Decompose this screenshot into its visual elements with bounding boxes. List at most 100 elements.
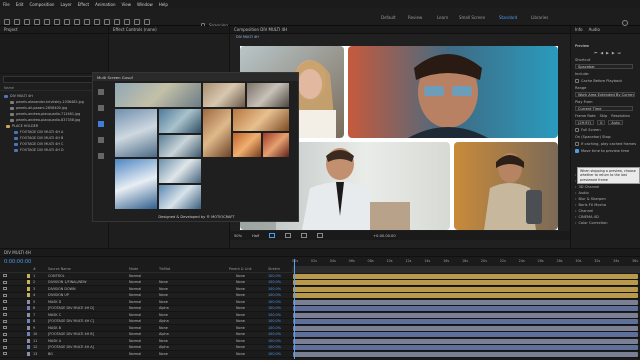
clone-stamp-tool-icon[interactable] (114, 19, 120, 25)
layer-mode-dropdown[interactable]: Normal (129, 274, 141, 278)
range-dropdown[interactable]: Work Area Extended By Current... (575, 92, 635, 97)
layer-source-name[interactable]: [FOOTAGE DIV MULTI 4H B] (48, 332, 94, 336)
cache-checkbox[interactable] (575, 78, 579, 83)
preview-title[interactable]: Preview (571, 42, 640, 49)
layer-stretch-value[interactable]: 100.0% (268, 345, 281, 349)
col-mode[interactable]: Mode (129, 267, 138, 271)
if-caching-checkbox[interactable] (575, 141, 579, 146)
menu-item-composition[interactable]: Composition (29, 2, 54, 7)
visibility-eye-icon[interactable] (3, 280, 7, 284)
layout-six-icon[interactable] (98, 153, 104, 159)
layer-mode-dropdown[interactable]: Normal (129, 345, 141, 349)
workspace-default[interactable]: Default (381, 8, 396, 26)
brush-tool-icon[interactable] (104, 19, 110, 25)
visibility-eye-icon[interactable] (3, 319, 7, 323)
last-frame-icon[interactable]: ⏭ (618, 51, 621, 55)
snapshot-icon[interactable] (317, 233, 324, 238)
layer-label-color[interactable] (27, 299, 30, 304)
layer-label-color[interactable] (27, 325, 30, 330)
layer-stretch-value[interactable]: 100.0% (268, 274, 281, 278)
layer-mode-dropdown[interactable]: Normal (129, 293, 141, 297)
layer-label-color[interactable] (27, 332, 30, 337)
workspace-review[interactable]: Review (408, 8, 422, 26)
resolution-dropdown-preview[interactable]: Auto (608, 120, 623, 125)
layer-source-name[interactable]: BG (48, 352, 53, 356)
layer-stretch-value[interactable]: 100.0% (268, 352, 281, 356)
preset-thumb-8[interactable] (233, 109, 289, 131)
workspace-learn[interactable]: Learn (437, 8, 448, 26)
layer-trkmat-dropdown[interactable]: None (159, 352, 168, 356)
layer-trkmat-dropdown[interactable]: None (159, 280, 168, 284)
next-frame-icon[interactable]: ▶ (612, 51, 615, 55)
layer-duration-bar[interactable] (293, 280, 638, 286)
layer-parent-dropdown[interactable]: None (236, 332, 245, 336)
layer-source-name[interactable]: MASK C (48, 313, 61, 317)
col-source-name[interactable]: Source Name (48, 267, 71, 271)
menu-item-help[interactable]: Help (159, 2, 168, 7)
pen-tool-icon[interactable] (84, 19, 90, 25)
effect-controls-tab[interactable]: Effect Controls (none) (109, 26, 229, 34)
layer-stretch-value[interactable]: 100.0% (268, 280, 281, 284)
layer-trkmat-dropdown[interactable]: Alpha (159, 345, 169, 349)
rotate-tool-icon[interactable] (44, 19, 50, 25)
layer-source-name[interactable]: [FOOTAGE DIV MULTI 4H A] (48, 345, 94, 349)
layer-stretch-value[interactable]: 100.0% (268, 306, 281, 310)
layer-parent-dropdown[interactable]: None (236, 345, 245, 349)
timeline-layer-row[interactable]: 13 BG Normal None None 100.0% (0, 351, 640, 358)
layout-three-icon[interactable] (98, 105, 104, 111)
layer-parent-dropdown[interactable]: None (236, 319, 245, 323)
workspace-standard[interactable]: Standard (499, 8, 517, 26)
shortcut-dropdown[interactable]: Spacebar (575, 64, 633, 69)
layer-trkmat-dropdown[interactable]: None (159, 293, 168, 297)
timeline-tab[interactable]: DIV MULTI 4H (0, 249, 640, 257)
layer-mode-dropdown[interactable]: Normal (129, 319, 141, 323)
layer-mode-dropdown[interactable]: Normal (129, 306, 141, 310)
layer-duration-bar[interactable] (293, 273, 638, 279)
play-from-dropdown[interactable]: Current Time (575, 106, 633, 111)
visibility-eye-icon[interactable] (3, 332, 7, 336)
layer-parent-dropdown[interactable]: None (236, 274, 245, 278)
skip-input[interactable]: 0 (597, 120, 606, 125)
roto-brush-tool-icon[interactable] (134, 19, 140, 25)
selection-tool-icon[interactable] (14, 19, 20, 25)
layer-source-name[interactable]: [FOOTAGE DIV MULTI 4H D] (48, 306, 94, 310)
layer-parent-dropdown[interactable]: None (236, 287, 245, 291)
preset-thumb-10[interactable] (263, 133, 289, 157)
visibility-eye-icon[interactable] (3, 274, 7, 278)
layer-label-color[interactable] (27, 319, 30, 324)
pan-behind-tool-icon[interactable] (64, 19, 70, 25)
menu-item-file[interactable]: File (3, 2, 10, 7)
effects-category[interactable]: › Color Correction (571, 220, 640, 226)
preset-thumb-11[interactable] (115, 159, 157, 209)
move-time-checkbox[interactable] (575, 148, 579, 153)
layer-parent-dropdown[interactable]: None (236, 339, 245, 343)
layer-label-color[interactable] (27, 312, 30, 317)
visibility-eye-icon[interactable] (3, 300, 7, 304)
layer-mode-dropdown[interactable]: Normal (129, 280, 141, 284)
layer-duration-bar[interactable] (293, 325, 638, 331)
resolution-dropdown[interactable]: Half (252, 234, 259, 238)
layer-stretch-value[interactable]: 100.0% (268, 332, 281, 336)
layer-stretch-value[interactable]: 100.0% (268, 293, 281, 297)
layer-parent-dropdown[interactable]: None (236, 300, 245, 304)
composition-tab[interactable]: Composition DIV MULTI 4H (230, 26, 570, 34)
visibility-eye-icon[interactable] (3, 352, 7, 356)
eraser-tool-icon[interactable] (124, 19, 130, 25)
col-stretch[interactable]: Stretch (268, 267, 280, 271)
layer-label-color[interactable] (27, 345, 30, 350)
layer-parent-dropdown[interactable]: None (236, 293, 245, 297)
tab-audio[interactable]: Audio (589, 27, 600, 32)
prev-frame-icon[interactable]: ◀ (600, 51, 603, 55)
layer-source-name[interactable]: [FOOTAGE DIV MULTI 4H C] (48, 319, 94, 323)
preset-thumb-12[interactable] (159, 159, 201, 183)
plugin-title-bar[interactable]: Multi Screen Gusuf (93, 73, 298, 81)
layer-trkmat-dropdown[interactable]: None (159, 300, 168, 304)
puppet-tool-icon[interactable] (144, 19, 150, 25)
col-parent[interactable]: Parent & Link (229, 267, 252, 271)
layer-duration-bar[interactable] (293, 332, 638, 338)
full-screen-checkbox[interactable] (575, 127, 579, 132)
layer-trkmat-dropdown[interactable]: None (159, 287, 168, 291)
zoom-dropdown[interactable]: 50% (234, 234, 242, 238)
preset-thumb-13[interactable] (159, 185, 201, 209)
visibility-eye-icon[interactable] (3, 306, 7, 310)
